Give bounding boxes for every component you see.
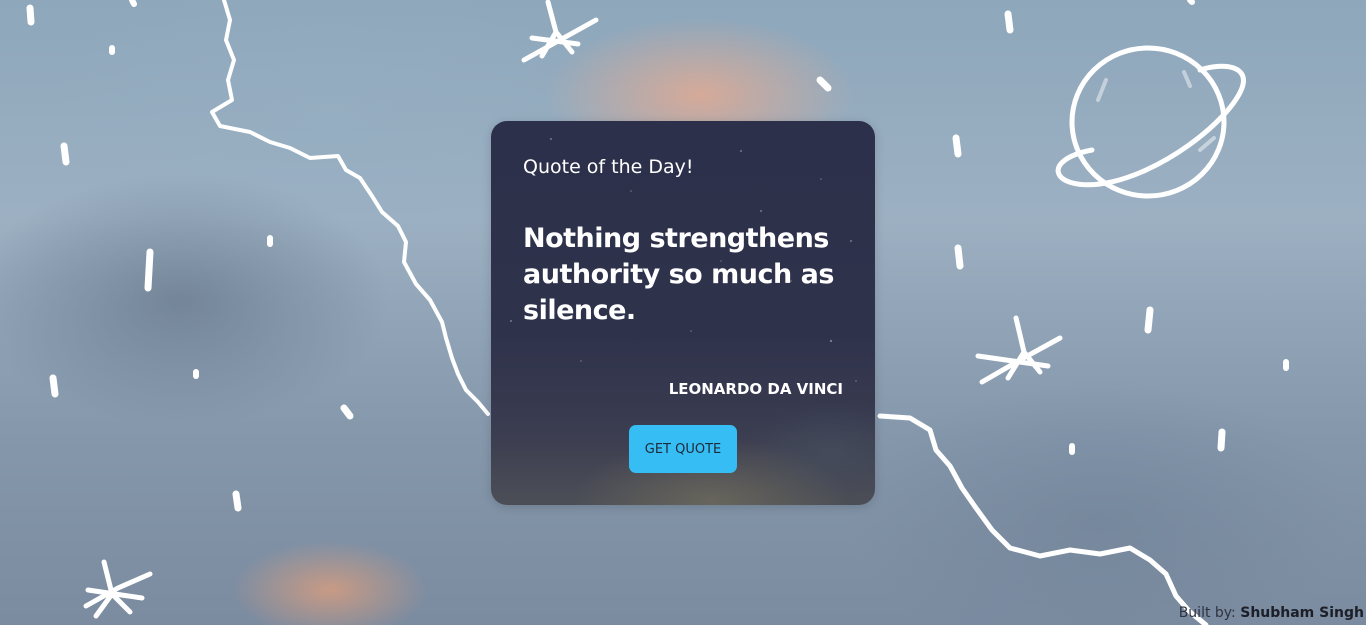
quote-text: Nothing strengthens authority so much as… <box>523 223 834 326</box>
wavy-line-left <box>210 0 490 416</box>
star-doodle-bottom <box>83 559 153 619</box>
wavy-line-right <box>877 413 1209 625</box>
quote-author: LEONARDO DA VINCI <box>668 380 843 398</box>
star-doodle-right <box>975 315 1063 385</box>
card-title: Quote of the Day! <box>523 156 694 178</box>
page-background: Quote of the Day! Nothing strengthens au… <box>0 0 1366 625</box>
credit-author-name: Shubham Singh <box>1240 605 1364 621</box>
quote-card: Quote of the Day! Nothing strengthens au… <box>491 121 875 505</box>
credit-prefix: Built by: <box>1178 605 1236 621</box>
footer-credit: Built by: Shubham Singh <box>1179 605 1364 621</box>
get-quote-button[interactable]: GET QUOTE <box>629 425 737 473</box>
star-doodle-top <box>521 0 599 63</box>
